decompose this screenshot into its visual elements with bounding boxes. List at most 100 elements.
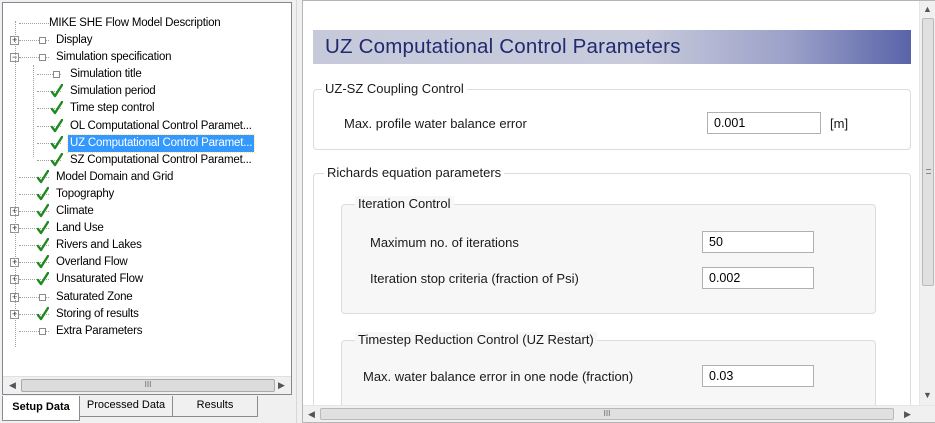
checkmark-icon [50,101,64,115]
checkmark-icon [36,186,50,201]
tree-item-label: Rivers and Lakes [56,239,142,252]
coupling-control-group: UZ-SZ Coupling Control Max. profile wate… [313,81,911,150]
scroll-left-arrow-icon[interactable]: ◀ [4,377,21,394]
tree-item-label: Simulation specification [56,51,172,64]
scroll-right-arrow-icon[interactable]: ▶ [899,406,916,423]
node-balance-error-input[interactable] [702,365,814,387]
page-header: UZ Computational Control Parameters [313,30,911,64]
tree-item-unsaturated-flow[interactable]: + Unsaturated Flow [3,271,291,288]
tree-horizontal-scrollbar[interactable]: ◀ III ▶ [3,376,291,394]
richards-parameters-group: Richards equation parameters Iteration C… [313,165,911,405]
tab-processed-data[interactable]: Processed Data [79,396,173,417]
tree-item-land-use[interactable]: + Land Use [3,220,291,237]
empty-box-icon [39,37,46,45]
tree-item-label: Model Domain and Grid [56,170,174,183]
timestep-reduction-group: Timestep Reduction Control (UZ Restart) … [341,332,876,405]
tab-results[interactable]: Results [172,396,258,417]
checkmark-icon [36,203,50,218]
tree-item-time-step-control[interactable]: Time step control [3,100,291,117]
scroll-left-arrow-icon[interactable]: ◀ [303,406,320,423]
tree-item-display[interactable]: + Display [3,32,291,49]
checkmark-icon [36,238,50,252]
empty-box-icon [39,54,46,62]
node-balance-error-label: Max. water balance error in one node (fr… [363,369,634,384]
stop-criteria-input[interactable] [702,267,814,289]
tree-item-label: UZ Computational Control Paramet... [66,133,256,153]
tree-item-label: Extra Parameters [56,324,143,337]
tree-guide-line [33,65,34,157]
scroll-up-arrow-icon[interactable]: ▲ [920,1,935,18]
profile-balance-error-unit: [m] [830,116,849,131]
tree-item-simulation-title[interactable]: Simulation title [3,66,291,83]
checkmark-icon [50,152,64,167]
tree-item-label: OL Computational Control Paramet... [70,119,252,132]
empty-box-icon [53,71,60,79]
tree-item-label: MIKE SHE Flow Model Description [49,17,221,29]
vertical-scroll-thumb[interactable] [922,18,934,286]
content-area: UZ Computational Control Parameters UZ-S… [303,1,919,405]
empty-box-icon [39,293,46,301]
tree-item-simulation-period[interactable]: Simulation period [3,83,291,100]
empty-box-icon [39,327,46,335]
tree-connector [19,23,49,24]
checkmark-icon [36,255,50,269]
tree-item-extra-parameters[interactable]: Extra Parameters [3,323,291,340]
tree-item-label: Storing of results [56,307,139,320]
tree-item-uz-computational-control[interactable]: UZ Computational Control Paramet... [3,133,291,153]
tree-item-rivers-and-lakes[interactable]: Rivers and Lakes [3,237,291,254]
tree-item-label: Topography [56,187,115,200]
checkmark-icon [50,84,64,98]
checkmark-icon [36,306,50,321]
setup-tree[interactable]: MIKE SHE Flow Model Description + Display −… [2,2,292,395]
checkmark-icon [50,118,64,133]
tree-item-label: Overland Flow [56,256,128,269]
tree-item-label: Simulation title [70,68,142,81]
checkmark-icon [36,272,50,286]
richards-parameters-legend: Richards equation parameters [324,165,505,180]
tree-item-label: Simulation period [70,85,156,98]
bottom-tabs: Setup Data Processed Data Results [2,396,296,423]
tree-item-label: Land Use [56,222,104,235]
profile-balance-error-label: Max. profile water balance error [344,116,527,131]
tree-item-flow-model-description[interactable]: MIKE SHE Flow Model Description [3,15,291,32]
horizontal-scroll-thumb[interactable]: III [320,408,894,420]
tree-item-simulation-specification[interactable]: − Simulation specification [3,49,291,66]
checkmark-icon [36,220,50,235]
tree-guide-line [15,21,16,347]
tree-scroll-thumb[interactable]: III [21,379,275,392]
tree-item-label: Saturated Zone [56,290,133,303]
iteration-control-group: Iteration Control Maximum no. of iterati… [341,196,876,314]
page-title: UZ Computational Control Parameters [325,35,681,58]
tree-item-label: Climate [56,205,94,218]
iteration-control-legend: Iteration Control [355,196,454,211]
timestep-reduction-legend: Timestep Reduction Control (UZ Restart) [355,332,597,347]
vertical-scrollbar[interactable]: ▲ ▼ [919,1,935,405]
max-iterations-label: Maximum no. of iterations [370,235,519,250]
scroll-right-arrow-icon[interactable]: ▶ [273,377,290,394]
tree-item-topography[interactable]: Topography [3,186,291,203]
tree-item-label: Unsaturated Flow [56,273,143,286]
checkmark-icon [50,135,64,150]
tree-item-saturated-zone[interactable]: + Saturated Zone [3,289,291,306]
tree-item-storing-of-results[interactable]: + Storing of results [3,306,291,323]
content-panel: UZ Computational Control Parameters UZ-S… [302,0,935,423]
coupling-control-legend: UZ-SZ Coupling Control [322,81,467,96]
profile-balance-error-input[interactable] [707,112,821,134]
tree-item-sz-computational-control[interactable]: SZ Computational Control Paramet... [3,152,291,169]
horizontal-scrollbar[interactable]: ◀ III ▶ [303,405,935,422]
tree-item-label: Time step control [70,102,155,115]
scroll-down-arrow-icon[interactable]: ▼ [920,387,935,404]
tree-item-climate[interactable]: + Climate [3,203,291,220]
navigation-panel: MIKE SHE Flow Model Description + Display −… [0,0,296,423]
tree-item-overland-flow[interactable]: + Overland Flow [3,254,291,271]
tree-item-label: SZ Computational Control Paramet... [70,153,252,166]
stop-criteria-label: Iteration stop criteria (fraction of Psi… [370,271,579,286]
tree-item-model-domain-and-grid[interactable]: Model Domain and Grid [3,169,291,186]
tree-list: MIKE SHE Flow Model Description + Display −… [3,3,291,376]
tree-item-label: Display [56,34,93,47]
max-iterations-input[interactable] [702,231,814,253]
grip-icon [926,169,931,174]
checkmark-icon [36,169,50,184]
tab-setup-data[interactable]: Setup Data [2,396,80,421]
tree-item-ol-computational-control[interactable]: OL Computational Control Paramet... [3,118,291,135]
